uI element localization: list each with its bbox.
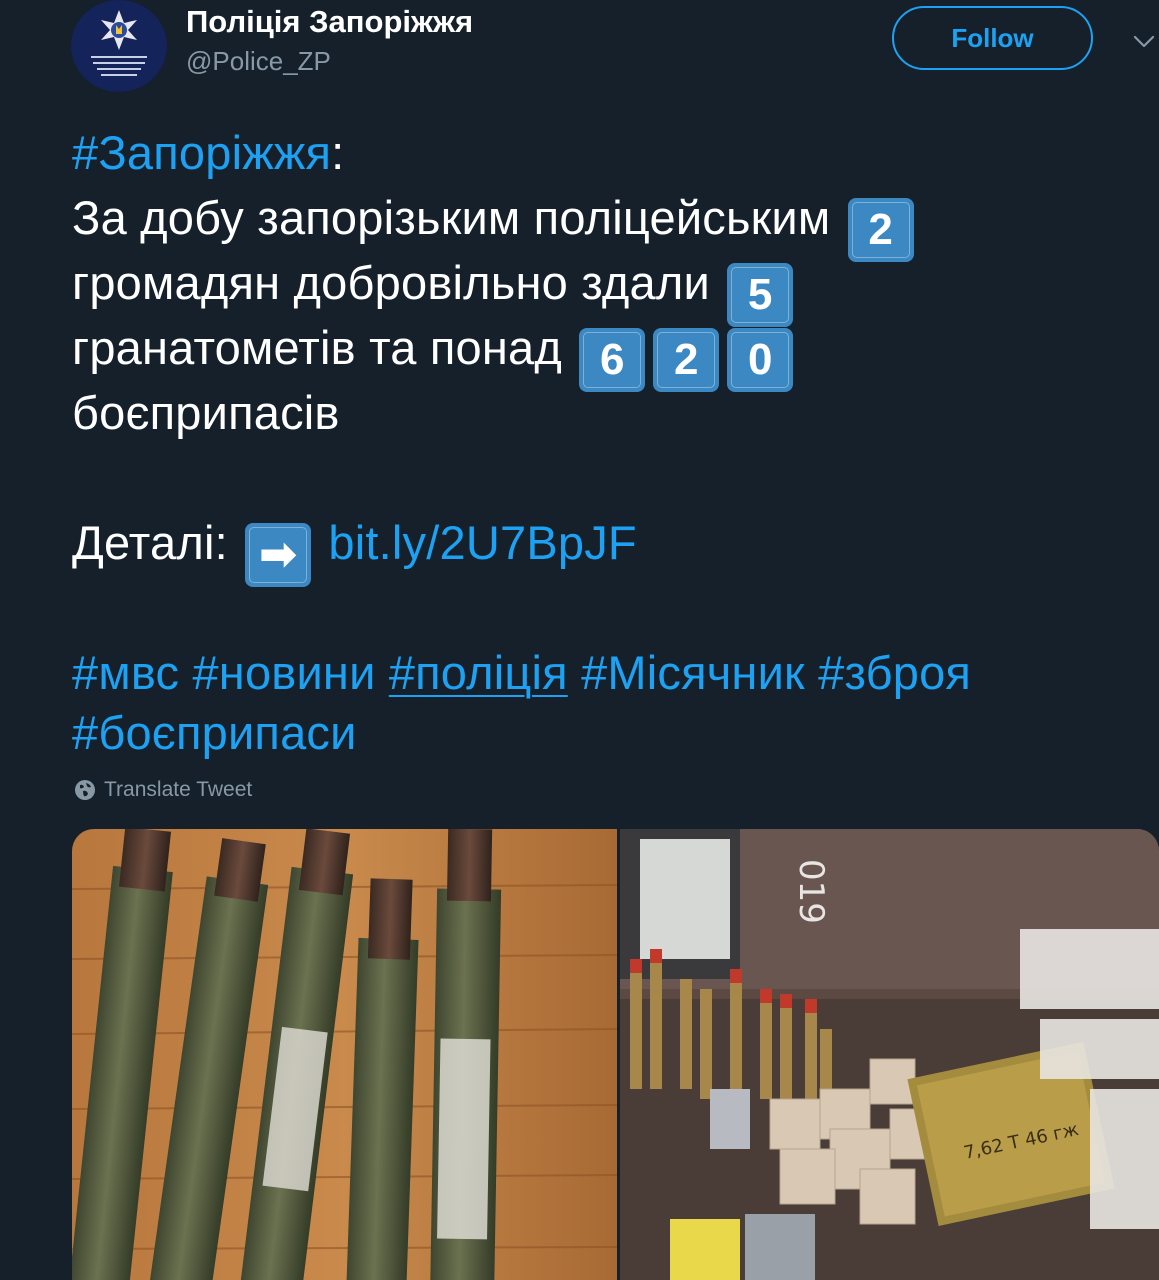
translate-label: Translate Tweet bbox=[104, 778, 253, 801]
grenade-launchers-image bbox=[72, 829, 617, 1280]
details-link[interactable]: bit.ly/2U7BpJF bbox=[328, 516, 636, 569]
keycap-digit: 6 bbox=[579, 328, 646, 392]
police-badge-logo bbox=[71, 0, 167, 92]
globe-icon bbox=[75, 780, 95, 800]
details-line: Деталі: ➡ bit.ly/2U7BpJF bbox=[72, 510, 1152, 587]
hashtags-row-1: #мвс #новини #поліція #Місячник #зброя bbox=[72, 640, 1152, 700]
details-label: Деталі: bbox=[72, 516, 228, 569]
follow-button[interactable]: Follow bbox=[892, 6, 1093, 70]
tweet-line-2: За добу запорізьким поліцейським 2 bbox=[72, 185, 1152, 262]
translate-tweet-button[interactable]: Translate Tweet bbox=[74, 778, 252, 802]
keycap-number: 5 bbox=[727, 263, 794, 327]
media-gallery: 019 7,62 Т 46 гж bbox=[72, 829, 1159, 1280]
hashtag-boieprypasy[interactable]: #боєприпаси bbox=[72, 706, 357, 759]
hashtags-row-2: #боєприпаси bbox=[72, 700, 1152, 765]
chevron-down-icon[interactable] bbox=[1132, 30, 1156, 54]
right-arrow-icon: ➡ bbox=[245, 523, 312, 587]
hashtag-zaporizhzhia[interactable]: #Запоріжжя bbox=[72, 126, 331, 179]
tweet-text: #Запоріжжя: За добу запорізьким поліцейс… bbox=[72, 120, 1152, 765]
line2-text: За добу запорізьким поліцейським bbox=[72, 191, 831, 244]
tweet-line-4: гранатометів та понад 620 bbox=[72, 315, 1152, 392]
line3-text: громадян добровільно здали bbox=[72, 256, 710, 309]
avatar[interactable] bbox=[71, 0, 167, 92]
keycap-digit: 0 bbox=[727, 328, 794, 392]
user-handle[interactable]: @Police_ZP bbox=[186, 46, 331, 77]
hashtag-novyny[interactable]: #новини bbox=[192, 646, 375, 699]
colon-text: : bbox=[331, 126, 345, 179]
keycap-digit: 2 bbox=[653, 328, 720, 392]
tweet-line-1: #Запоріжжя: bbox=[72, 120, 1152, 185]
photo-ammunition[interactable]: 019 7,62 Т 46 гж bbox=[620, 829, 1159, 1280]
tweet-line-3: громадян добровільно здали 5 bbox=[72, 250, 1152, 327]
hashtag-misiachnyk[interactable]: #Місячник bbox=[581, 646, 805, 699]
keycap-number: 2 bbox=[847, 198, 914, 262]
hashtag-mvs[interactable]: #мвс bbox=[72, 646, 179, 699]
display-name[interactable]: Поліція Запоріжжя bbox=[186, 4, 473, 40]
ammunition-image: 019 7,62 Т 46 гж bbox=[620, 829, 1159, 1280]
line4-text: гранатометів та понад bbox=[72, 321, 563, 374]
hashtag-politsiia[interactable]: #поліція bbox=[389, 646, 568, 699]
photo-grenade-launchers[interactable] bbox=[72, 829, 617, 1280]
svg-text:019: 019 bbox=[791, 859, 831, 924]
line5-text: боєприпасів bbox=[72, 386, 340, 439]
hashtag-zbroia[interactable]: #зброя bbox=[818, 646, 971, 699]
